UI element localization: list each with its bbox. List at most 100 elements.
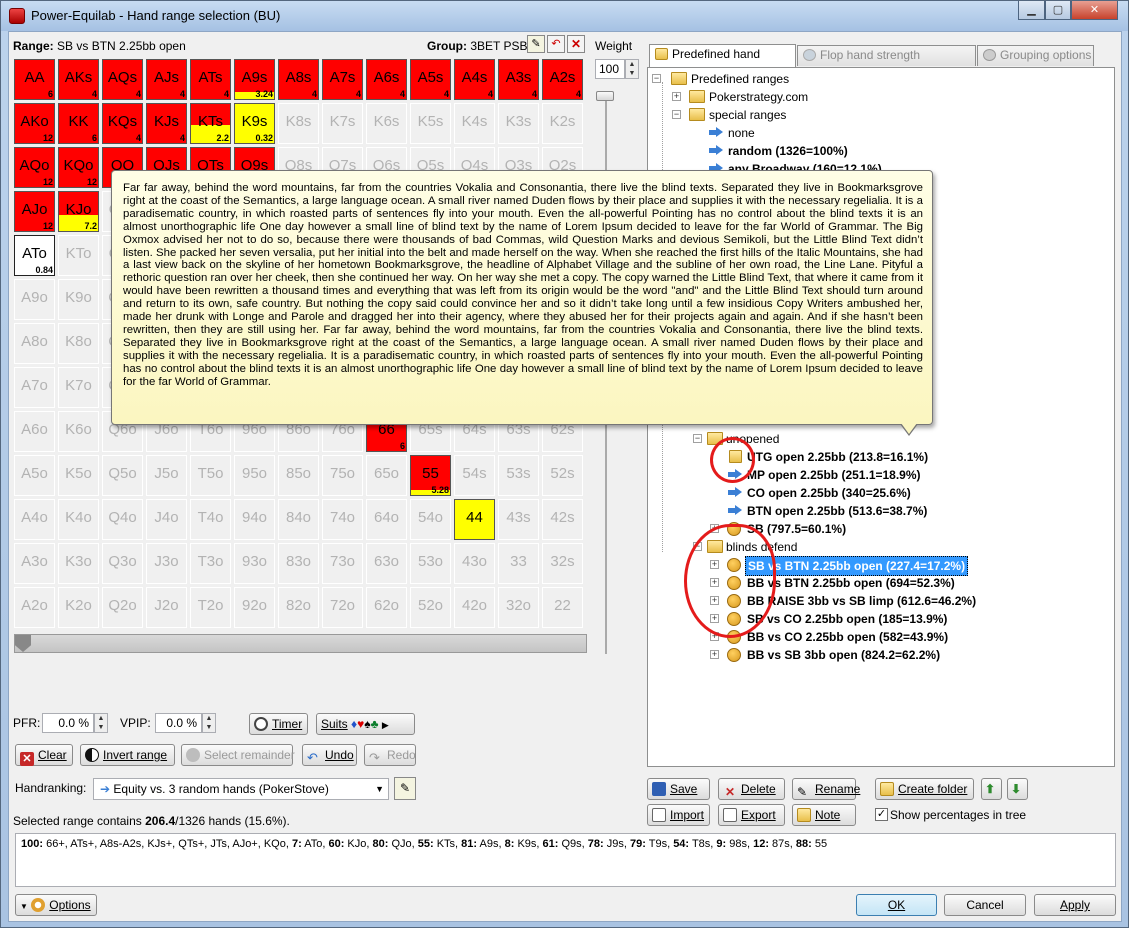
hand-cell-73o[interactable]: 73o [322,543,363,584]
hand-cell-74o[interactable]: 74o [322,499,363,540]
hand-cell-A9s[interactable]: A9s 3.24 [234,59,275,100]
hand-cell-62o[interactable]: 62o [366,587,407,628]
options-button[interactable]: ▼ Options [15,894,97,916]
hand-cell-44[interactable]: 44 [454,499,495,540]
hand-cell-K6s[interactable]: K6s [366,103,407,144]
hand-cell-T3o[interactable]: T3o [190,543,231,584]
hand-cell-AQs[interactable]: AQs 4 [102,59,143,100]
hand-cell-82o[interactable]: 82o [278,587,319,628]
hand-cell-KQo[interactable]: KQo 12 [58,147,99,188]
minimize-button[interactable]: ▁ [1018,1,1045,20]
hand-cell-KQs[interactable]: KQs 4 [102,103,143,144]
clear-button[interactable]: ✕ Clear [15,744,73,766]
invert-range-button[interactable]: Invert range [80,744,175,766]
hand-cell-K5o[interactable]: K5o [58,455,99,496]
hand-cell-K2o[interactable]: K2o [58,587,99,628]
create-folder-button[interactable]: Create folder [875,778,974,800]
hand-cell-K9s[interactable]: K9s 0.32 [234,103,275,144]
apply-button[interactable]: Apply [1034,894,1116,916]
hand-cell-A7s[interactable]: A7s 4 [322,59,363,100]
hand-cell-J2o[interactable]: J2o [146,587,187,628]
weight-spinner[interactable]: ▲ ▼ [625,59,639,79]
hand-cell-A4s[interactable]: A4s 4 [454,59,495,100]
delete-group-button[interactable]: ✕ [567,35,585,53]
handranking-select[interactable]: ➔ Equity vs. 3 random hands (PokerStove)… [93,778,389,800]
hand-cell-K6o[interactable]: K6o [58,411,99,452]
remove-group-button[interactable]: ↶ [547,35,565,53]
hand-cell-64o[interactable]: 64o [366,499,407,540]
vpip-input[interactable]: 0.0 % [155,713,202,733]
hand-cell-54s[interactable]: 54s [454,455,495,496]
hand-cell-54o[interactable]: 54o [410,499,451,540]
hand-cell-KTo[interactable]: KTo [58,235,99,276]
hand-cell-A6o[interactable]: A6o [14,411,55,452]
show-percentages-checkbox[interactable]: ✓ [875,808,888,821]
hand-cell-A5o[interactable]: A5o [14,455,55,496]
hand-cell-K3o[interactable]: K3o [58,543,99,584]
hand-cell-65o[interactable]: 65o [366,455,407,496]
hand-cell-53o[interactable]: 53o [410,543,451,584]
hand-cell-A4o[interactable]: A4o [14,499,55,540]
hand-cell-22[interactable]: 22 [542,587,583,628]
hand-cell-AKo[interactable]: AKo 12 [14,103,55,144]
hand-cell-83o[interactable]: 83o [278,543,319,584]
hand-cell-A3s[interactable]: A3s 4 [498,59,539,100]
hand-cell-K8o[interactable]: K8o [58,323,99,364]
hand-cell-32s[interactable]: 32s [542,543,583,584]
hand-cell-KJs[interactable]: KJs 4 [146,103,187,144]
hand-cell-K5s[interactable]: K5s [410,103,451,144]
hand-cell-A5s[interactable]: A5s 4 [410,59,451,100]
hand-cell-75o[interactable]: 75o [322,455,363,496]
hand-cell-32o[interactable]: 32o [498,587,539,628]
hand-cell-K9o[interactable]: K9o [58,279,99,320]
hand-cell-Q4o[interactable]: Q4o [102,499,143,540]
title-bar[interactable]: Power-Equilab - Hand range selection (BU… [1,1,1128,31]
hand-cell-52s[interactable]: 52s [542,455,583,496]
pfr-spinner[interactable]: ▲ ▼ [94,713,108,733]
hand-cell-AJs[interactable]: AJs 4 [146,59,187,100]
hand-cell-AQo[interactable]: AQo 12 [14,147,55,188]
hand-cell-J5o[interactable]: J5o [146,455,187,496]
hand-cell-95o[interactable]: 95o [234,455,275,496]
hand-cell-A8s[interactable]: A8s 4 [278,59,319,100]
ok-button[interactable]: OK [856,894,937,916]
hand-cell-63o[interactable]: 63o [366,543,407,584]
hand-cell-K7o[interactable]: K7o [58,367,99,408]
hand-cell-AA[interactable]: AA 6 [14,59,55,100]
hand-cell-ATs[interactable]: ATs 4 [190,59,231,100]
import-button[interactable]: Import [647,804,710,826]
undo-button[interactable]: ↶ Undo [302,744,357,766]
hand-cell-94o[interactable]: 94o [234,499,275,540]
matrix-scrollbar[interactable] [14,634,587,653]
hand-cell-ATo[interactable]: ATo 0.84 [14,235,55,276]
hand-cell-72o[interactable]: 72o [322,587,363,628]
hand-cell-K3s[interactable]: K3s [498,103,539,144]
hand-cell-K4o[interactable]: K4o [58,499,99,540]
hand-cell-KK[interactable]: KK 6 [58,103,99,144]
note-button[interactable]: Note [792,804,856,826]
hand-cell-K4s[interactable]: K4s [454,103,495,144]
hand-cell-A2s[interactable]: A2s 4 [542,59,583,100]
maximize-button[interactable]: ▢ [1045,1,1071,20]
hand-cell-43s[interactable]: 43s [498,499,539,540]
hand-cell-A6s[interactable]: A6s 4 [366,59,407,100]
range-string-field[interactable]: 100: 66+, ATs+, A8s-A2s, KJs+, QTs+, JTs… [15,833,1116,887]
export-button[interactable]: Export [718,804,785,826]
hand-cell-52o[interactable]: 52o [410,587,451,628]
suits-button[interactable]: Suits ♦♥♠♣ ▶ [316,713,415,735]
hand-cell-T2o[interactable]: T2o [190,587,231,628]
close-button[interactable]: ✕ [1071,1,1118,20]
hand-cell-42o[interactable]: 42o [454,587,495,628]
hand-cell-43o[interactable]: 43o [454,543,495,584]
pfr-input[interactable]: 0.0 % [42,713,94,733]
hand-cell-85o[interactable]: 85o [278,455,319,496]
hand-cell-K8s[interactable]: K8s [278,103,319,144]
hand-cell-J4o[interactable]: J4o [146,499,187,540]
hand-cell-Q2o[interactable]: Q2o [102,587,143,628]
hand-cell-KTs[interactable]: KTs 2.2 [190,103,231,144]
edit-handranking-button[interactable]: ✎ [394,777,416,800]
edit-group-button[interactable]: ✎ [527,35,545,53]
weight-slider-thumb[interactable] [596,91,614,101]
select-remainder-button[interactable]: Select remainder [181,744,295,766]
hand-cell-K7s[interactable]: K7s [322,103,363,144]
